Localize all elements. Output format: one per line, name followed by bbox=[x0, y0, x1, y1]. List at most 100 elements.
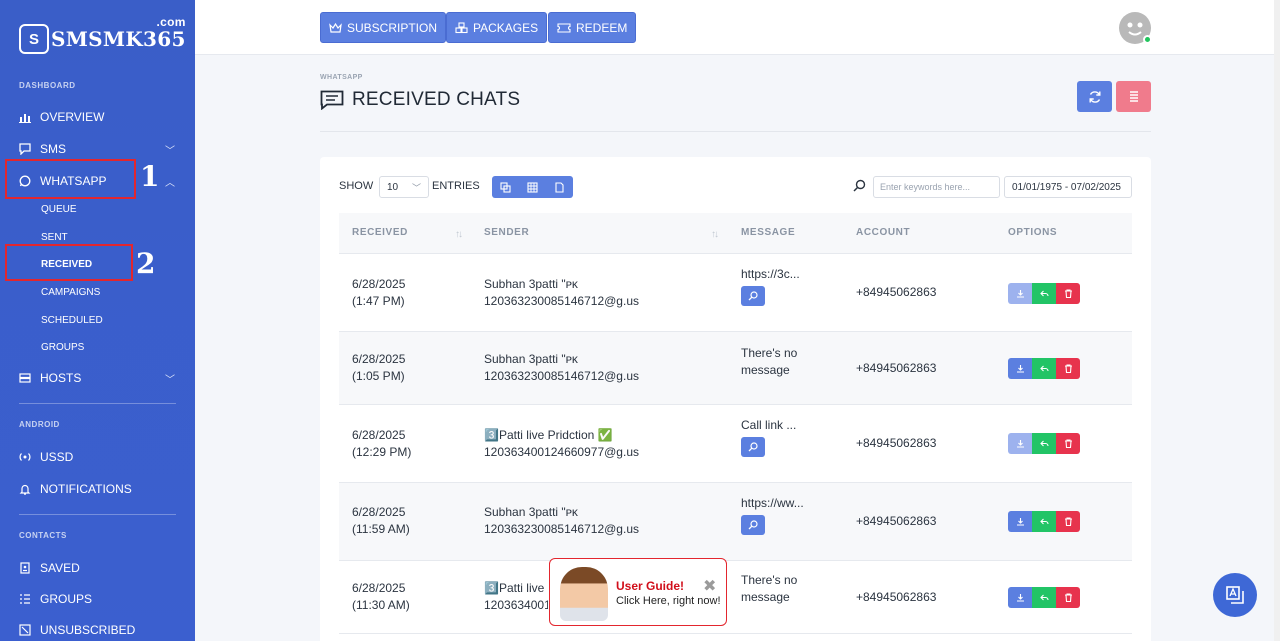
received-time: (11:30 AM) bbox=[352, 598, 410, 612]
page-scrollbar[interactable] bbox=[1274, 0, 1280, 641]
annotation-box-whatsapp bbox=[5, 159, 136, 199]
sender-id: 120363400124660977@g.us bbox=[484, 445, 639, 459]
search-icon bbox=[748, 520, 758, 530]
chevron-down-icon: ﹀ bbox=[165, 374, 175, 386]
sidebar-item-hosts[interactable]: HOSTS ﹀ bbox=[19, 371, 179, 386]
chevron-down-icon: ﹀ bbox=[165, 145, 175, 157]
clear-all-button[interactable] bbox=[1116, 81, 1151, 112]
brand-name: SMSMK365 bbox=[51, 27, 186, 51]
user-avatar[interactable] bbox=[1119, 12, 1152, 44]
sidebar: S SMSMK365 .com DASHBOARD OVERVIEW SMS ﹀… bbox=[0, 0, 195, 641]
received-time: (11:59 AM) bbox=[352, 522, 410, 536]
sender-name: Subhan 3patti "ᴘᴋ bbox=[484, 352, 578, 366]
page-title: RECEIVED CHATS bbox=[320, 89, 520, 111]
search-icon bbox=[748, 442, 758, 452]
delete-button[interactable] bbox=[1056, 433, 1080, 454]
download-button[interactable] bbox=[1008, 358, 1032, 379]
trash-icon bbox=[1064, 364, 1072, 373]
reply-button[interactable] bbox=[1032, 283, 1056, 304]
excel-button[interactable] bbox=[519, 176, 546, 198]
redeem-button[interactable]: REDEEM bbox=[548, 12, 637, 43]
sidebar-subitem-sent[interactable]: SENT bbox=[41, 232, 68, 243]
subscription-button[interactable]: SUBSCRIPTION bbox=[320, 12, 447, 43]
table-row: 6/28/2025 (1:05 PM) Subhan 3patti "ᴘᴋ 1203… bbox=[339, 332, 1132, 405]
download-button[interactable] bbox=[1008, 587, 1032, 608]
row-options bbox=[1008, 358, 1080, 379]
received-time: (1:47 PM) bbox=[352, 294, 405, 308]
copy-button[interactable] bbox=[492, 176, 519, 198]
delete-button[interactable] bbox=[1056, 358, 1080, 379]
ticket-icon bbox=[557, 22, 571, 33]
reply-button[interactable] bbox=[1032, 511, 1056, 532]
delete-button[interactable] bbox=[1056, 511, 1080, 532]
table-icon bbox=[527, 181, 538, 193]
sort-icon[interactable]: ↑↓ bbox=[455, 229, 463, 240]
contact-book-icon bbox=[19, 562, 31, 574]
bar-chart-icon bbox=[19, 111, 31, 123]
reply-button[interactable] bbox=[1032, 358, 1056, 379]
signal-icon bbox=[19, 451, 31, 463]
sidebar-item-label: SMS bbox=[40, 142, 67, 156]
download-icon bbox=[1016, 290, 1024, 298]
column-sender[interactable]: SENDER bbox=[484, 227, 529, 238]
brand-logo[interactable]: S SMSMK365 .com bbox=[19, 15, 186, 54]
sidebar-subitem-scheduled[interactable]: SCHEDULED bbox=[41, 315, 103, 326]
breadcrumb[interactable]: WHATSAPP bbox=[320, 74, 363, 81]
sender-id: 120363400124660977@g.us bbox=[484, 598, 548, 612]
user-guide-popup[interactable]: User Guide! Click Here, right now! ✖ bbox=[549, 558, 727, 626]
sidebar-subitem-campaigns[interactable]: CAMPAIGNS bbox=[41, 287, 100, 298]
sidebar-item-notifications[interactable]: NOTIFICATIONS bbox=[19, 482, 179, 496]
reply-icon bbox=[1039, 518, 1049, 525]
sender-id: 120363230085146712@g.us bbox=[484, 369, 639, 383]
reply-button[interactable] bbox=[1032, 433, 1056, 454]
sidebar-item-label: OVERVIEW bbox=[40, 110, 105, 124]
received-date: 6/28/2025 bbox=[352, 428, 406, 442]
account-number: +84945062863 bbox=[856, 590, 937, 604]
sidebar-subitem-queue[interactable]: QUEUE bbox=[41, 204, 77, 215]
reply-icon bbox=[1039, 440, 1049, 447]
sidebar-item-label: SAVED bbox=[40, 561, 80, 575]
user-guide-subtitle: Click Here, right now! bbox=[616, 595, 721, 607]
refresh-icon bbox=[1089, 90, 1100, 103]
server-icon bbox=[19, 372, 31, 384]
entries-select[interactable]: 10 ﹀ bbox=[379, 176, 429, 198]
search-input[interactable]: Enter keywords here... bbox=[873, 176, 1000, 198]
delete-button[interactable] bbox=[1056, 283, 1080, 304]
sidebar-item-unsubscribed[interactable]: UNSUBSCRIBED bbox=[19, 623, 179, 637]
annotation-box-received bbox=[5, 244, 133, 281]
download-button[interactable] bbox=[1008, 283, 1032, 304]
sort-icon[interactable]: ↑↓ bbox=[711, 229, 719, 240]
translate-fab-button[interactable] bbox=[1213, 573, 1257, 617]
sidebar-item-ussd[interactable]: USSD bbox=[19, 450, 179, 464]
message-preview: https://ww... bbox=[741, 496, 804, 510]
view-message-button[interactable] bbox=[741, 437, 765, 457]
download-button[interactable] bbox=[1008, 511, 1032, 532]
sidebar-item-overview[interactable]: OVERVIEW bbox=[19, 110, 179, 124]
sidebar-item-saved[interactable]: SAVED bbox=[19, 561, 179, 575]
reply-button[interactable] bbox=[1032, 587, 1056, 608]
date-range-input[interactable]: 01/01/1975 - 07/02/2025 bbox=[1004, 176, 1132, 198]
trash-icon bbox=[1064, 517, 1072, 526]
sidebar-item-sms[interactable]: SMS ﹀ bbox=[19, 142, 179, 157]
sidebar-subitem-groups[interactable]: GROUPS bbox=[41, 342, 84, 353]
trash-icon bbox=[1064, 593, 1072, 602]
file-icon bbox=[555, 181, 564, 193]
message-square-icon bbox=[320, 90, 344, 110]
packages-button[interactable]: PACKAGES bbox=[446, 12, 548, 43]
view-message-button[interactable] bbox=[741, 515, 765, 535]
sidebar-item-label: GROUPS bbox=[40, 592, 93, 606]
pdf-button[interactable] bbox=[546, 176, 573, 198]
received-date: 6/28/2025 bbox=[352, 581, 406, 595]
sidebar-divider bbox=[19, 403, 176, 404]
bell-icon bbox=[19, 483, 31, 495]
refresh-button[interactable] bbox=[1077, 81, 1112, 112]
clear-list-icon bbox=[1129, 90, 1138, 102]
sidebar-item-label: UNSUBSCRIBED bbox=[40, 623, 136, 637]
sidebar-item-groups[interactable]: GROUPS bbox=[19, 592, 179, 606]
delete-button[interactable] bbox=[1056, 587, 1080, 608]
column-received[interactable]: RECEIVED bbox=[352, 227, 408, 238]
sender-name: 3️⃣Patti live Pridction ✅ bbox=[484, 428, 613, 442]
download-button[interactable] bbox=[1008, 433, 1032, 454]
view-message-button[interactable] bbox=[741, 286, 765, 306]
close-icon[interactable]: ✖ bbox=[703, 576, 716, 596]
